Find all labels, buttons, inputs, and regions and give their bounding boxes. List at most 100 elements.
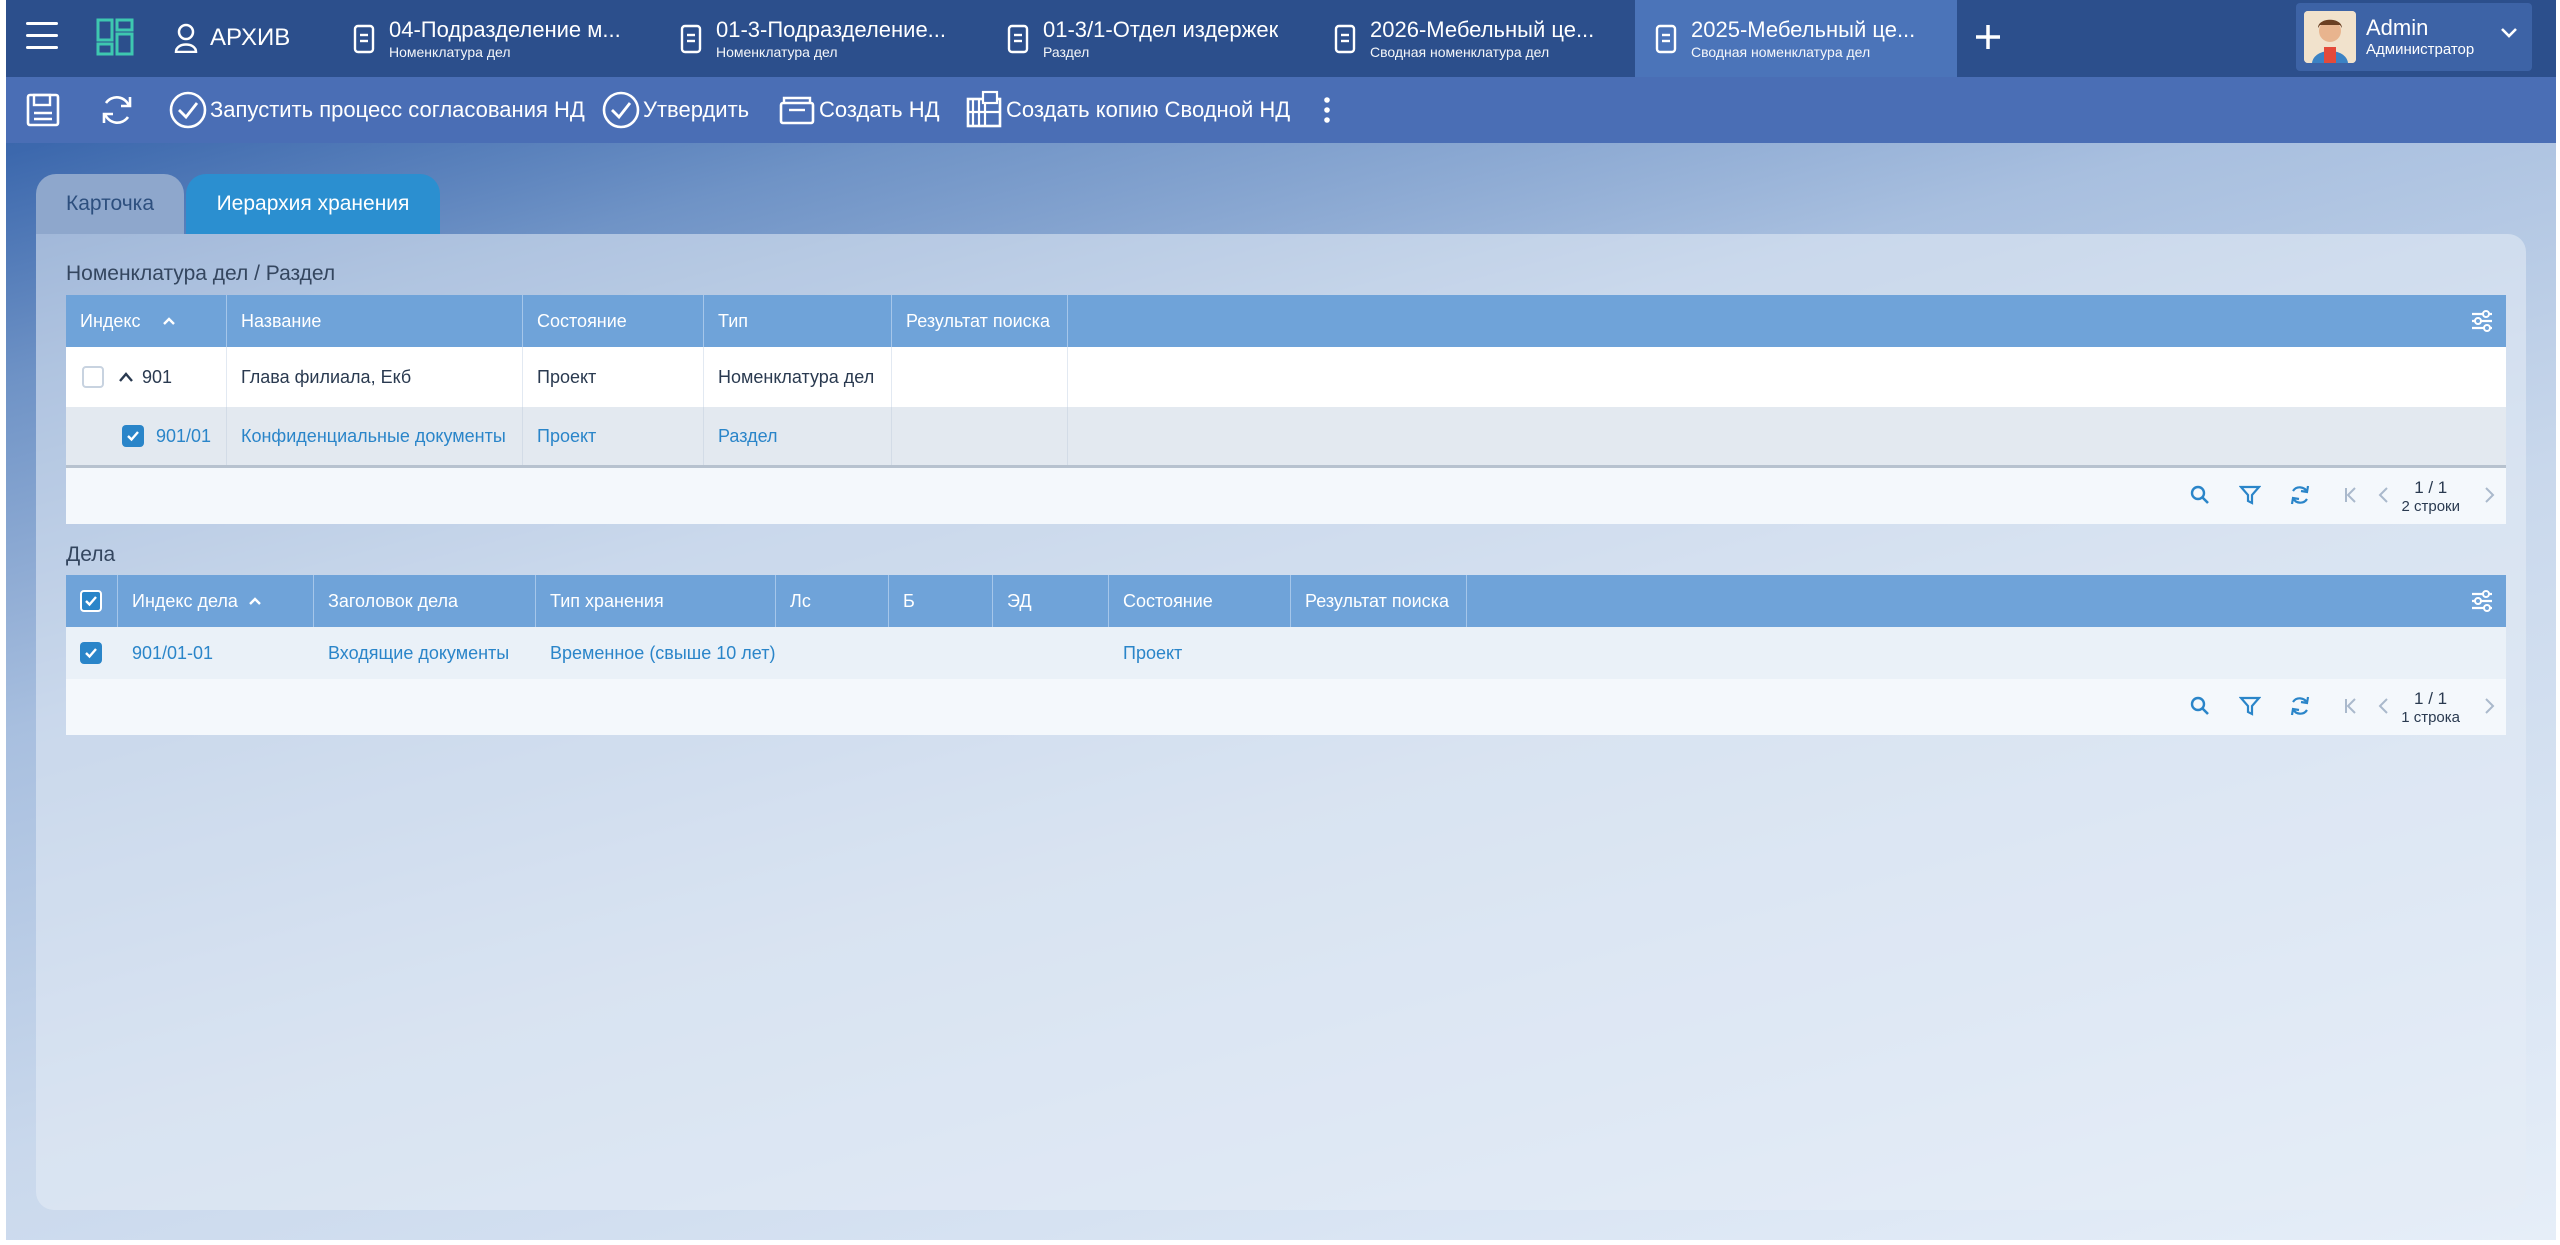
doc-tab-1[interactable]: 04-Подразделение м... Номенклатура дел xyxy=(333,0,655,77)
row-checkbox-checked[interactable] xyxy=(122,425,144,447)
refresh-icon xyxy=(102,96,132,124)
row-case-index[interactable]: 901/01-01 xyxy=(118,627,314,679)
save-button[interactable] xyxy=(24,77,64,143)
archive-button[interactable]: АРХИВ xyxy=(174,18,290,58)
row-state[interactable]: Проект xyxy=(523,407,704,465)
row-state[interactable]: Проект xyxy=(1109,627,1291,679)
create-nd-button[interactable]: Создать НД xyxy=(777,77,940,143)
tab-title: 01-3-Подразделение... xyxy=(716,16,947,42)
refresh-icon[interactable] xyxy=(2289,695,2311,717)
check-circle-icon xyxy=(602,91,640,129)
document-icon xyxy=(1334,24,1356,53)
row-storage-type[interactable]: Временное (свыше 10 лет) xyxy=(536,627,776,679)
cell-text: Номенклатура дел xyxy=(718,366,875,387)
row-checkbox-checked[interactable] xyxy=(80,642,102,664)
column-state[interactable]: Состояние xyxy=(523,295,704,347)
first-page-icon[interactable] xyxy=(2343,695,2359,717)
cell-text: Конфиденциальные документы xyxy=(241,425,506,446)
document-icon xyxy=(1007,24,1029,53)
nomenclature-grid: Индекс Название Состояние Тип Результат … xyxy=(66,295,2506,524)
toolbar: Запустить процесс согласования НД Утверд… xyxy=(6,77,2556,143)
add-tab-icon[interactable] xyxy=(1974,20,2002,56)
user-role: Администратор xyxy=(2366,41,2475,58)
doc-tab-3[interactable]: 01-3/1-Отдел издержек Раздел xyxy=(987,0,1309,77)
tab-hierarchy[interactable]: Иерархия хранения xyxy=(186,174,440,234)
prev-page-icon[interactable] xyxy=(2377,695,2391,717)
search-icon[interactable] xyxy=(2189,695,2211,717)
tab-card[interactable]: Карточка xyxy=(36,174,184,234)
cell-text: Раздел xyxy=(718,425,778,446)
tab-subtitle: Раздел xyxy=(1043,43,1090,60)
row-index[interactable]: 901/01 xyxy=(156,426,211,447)
cases-grid: Индекс дела Заголовок дела Тип хранения … xyxy=(66,575,2506,735)
more-button[interactable] xyxy=(1322,77,1334,143)
cases-title: Дела xyxy=(66,543,116,566)
filter-icon[interactable] xyxy=(2239,695,2261,717)
tab-card-label: Карточка xyxy=(66,192,154,215)
tab-subtitle: Сводная номенклатура дел xyxy=(1370,43,1550,60)
nomenclature-title: Номенклатура дел / Раздел xyxy=(66,262,336,285)
row-search-result xyxy=(892,407,1068,465)
table-row-selected[interactable]: 901/01 Конфиденциальные документы Проект… xyxy=(66,407,2506,468)
column-search-result[interactable]: Результат поиска xyxy=(1291,575,1467,627)
cell-text: Проект xyxy=(537,425,597,446)
column-settings-icon[interactable] xyxy=(2470,589,2494,613)
row-index: 901 xyxy=(142,366,173,387)
table-row[interactable]: 901 Глава филиала, Екб Проект Номенклату… xyxy=(66,347,2506,407)
cell-text: 901/01-01 xyxy=(132,642,214,663)
start-approval-button[interactable]: Запустить процесс согласования НД xyxy=(168,77,585,143)
prev-page-icon[interactable] xyxy=(2377,484,2391,506)
row-type[interactable]: Раздел xyxy=(704,407,892,465)
first-page-icon[interactable] xyxy=(2343,484,2359,506)
column-label: Индекс дела xyxy=(132,590,238,611)
filter-icon[interactable] xyxy=(2239,484,2261,506)
more-vertical-icon xyxy=(1324,97,1330,123)
select-all-checkbox[interactable] xyxy=(80,590,102,612)
column-case-title[interactable]: Заголовок дела xyxy=(314,575,536,627)
column-ed[interactable]: ЭД xyxy=(993,575,1109,627)
search-icon[interactable] xyxy=(2189,484,2211,506)
next-page-icon[interactable] xyxy=(2482,695,2496,717)
column-settings-icon[interactable] xyxy=(2470,309,2494,333)
column-b[interactable]: Б xyxy=(889,575,993,627)
tab-subtitle: Номенклатура дел xyxy=(716,43,838,60)
row-name[interactable]: Конфиденциальные документы xyxy=(227,407,523,465)
create-copy-label: Создать копию Сводной НД xyxy=(1006,97,1291,122)
user-menu[interactable]: Admin Администратор xyxy=(2296,3,2532,71)
grid-header: Индекс дела Заголовок дела Тип хранения … xyxy=(66,575,2506,627)
doc-tab-2[interactable]: 01-3-Подразделение... Номенклатура дел xyxy=(660,0,982,77)
column-index[interactable]: Индекс xyxy=(66,295,227,347)
sort-asc-icon xyxy=(249,597,261,605)
table-row[interactable]: 901/01-01 Входящие документы Временное (… xyxy=(66,627,2506,679)
doc-tab-5-active[interactable]: 2025-Мебельный це... Сводная номенклатура… xyxy=(1635,0,1957,77)
user-icon xyxy=(174,23,198,53)
grid-header: Индекс Название Состояние Тип Результат … xyxy=(66,295,2506,347)
dashboard-icon[interactable] xyxy=(96,18,134,61)
row-case-title[interactable]: Входящие документы xyxy=(314,627,536,679)
row-search-result xyxy=(1291,627,1467,679)
next-page-icon[interactable] xyxy=(2482,484,2496,506)
column-search-result[interactable]: Результат поиска xyxy=(892,295,1068,347)
refresh-icon[interactable] xyxy=(2289,484,2311,506)
row-checkbox[interactable] xyxy=(82,366,104,388)
approve-button[interactable]: Утвердить xyxy=(601,77,749,143)
refresh-button[interactable] xyxy=(98,77,138,143)
row-count: 2 строки xyxy=(2401,498,2460,515)
tab-subtitle: Сводная номенклатура дел xyxy=(1691,43,1871,60)
row-name: Глава филиала, Екб xyxy=(227,347,523,407)
column-state[interactable]: Состояние xyxy=(1109,575,1291,627)
collapse-icon[interactable] xyxy=(118,371,134,383)
column-name[interactable]: Название xyxy=(227,295,523,347)
document-icon xyxy=(680,24,702,53)
column-case-index[interactable]: Индекс дела xyxy=(118,575,314,627)
doc-tab-4[interactable]: 2026-Мебельный це... Сводная номенклатура… xyxy=(1314,0,1636,77)
column-storage-type[interactable]: Тип хранения xyxy=(536,575,776,627)
column-ls[interactable]: Лс xyxy=(776,575,889,627)
column-type[interactable]: Тип xyxy=(704,295,892,347)
start-approval-label: Запустить процесс согласования НД xyxy=(210,97,585,122)
row-b xyxy=(889,627,993,679)
create-copy-button[interactable]: Создать копию Сводной НД xyxy=(964,77,1290,143)
menu-icon[interactable] xyxy=(26,22,58,52)
row-index-cell: 901 xyxy=(66,347,227,407)
row-checkbox-cell xyxy=(66,627,118,679)
